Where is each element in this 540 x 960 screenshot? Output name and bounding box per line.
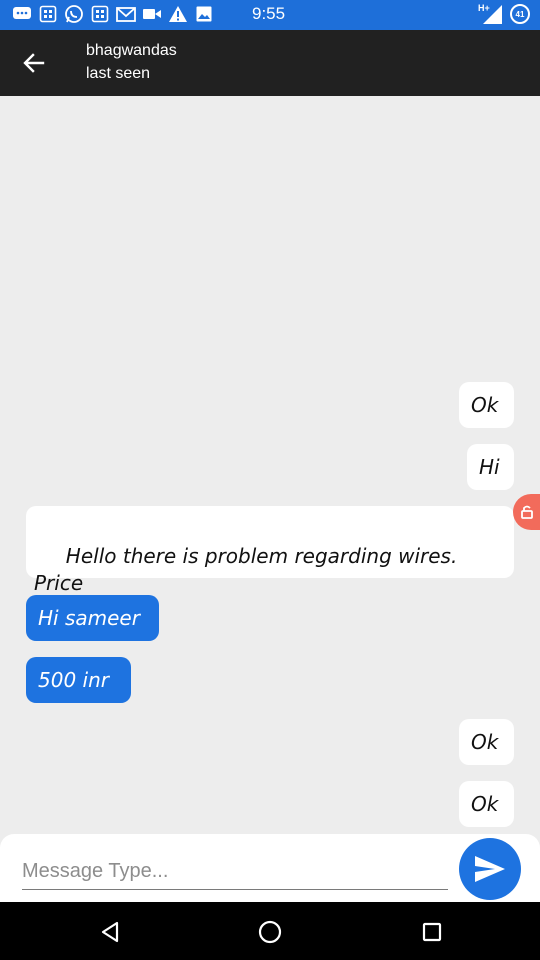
message-text: Ok	[471, 393, 499, 417]
circle-home-icon	[258, 920, 282, 944]
message-text: Ok	[471, 792, 499, 816]
gmail-icon	[116, 4, 136, 24]
back-button[interactable]	[14, 45, 54, 81]
system-icons: H+ 41	[478, 3, 530, 25]
calculator-icon	[38, 4, 58, 24]
square-recents-icon	[422, 922, 442, 942]
whatsapp-icon	[64, 4, 84, 24]
lock-icon	[520, 505, 533, 519]
notification-icons	[12, 4, 214, 24]
message-text: Hi	[479, 455, 500, 479]
message-composer	[0, 834, 540, 902]
triangle-back-icon	[101, 921, 119, 943]
message-bubble-received[interactable]: Hi sameer	[26, 595, 159, 641]
image-icon	[194, 4, 214, 24]
message-bubble-sent[interactable]: Ok	[459, 719, 514, 765]
nav-home-button[interactable]	[254, 916, 286, 948]
network-indicator: H+	[478, 3, 504, 25]
calculator-icon	[90, 4, 110, 24]
message-list[interactable]: Ok Hi Hello there is problem regarding w…	[0, 96, 540, 834]
message-bubble-sent[interactable]: Ok	[459, 382, 514, 428]
message-bubble-received[interactable]: 500 inr	[26, 657, 131, 703]
battery-icon: 41	[510, 4, 530, 24]
send-icon	[475, 856, 505, 882]
message-input[interactable]	[22, 854, 448, 890]
nav-recents-button[interactable]	[416, 916, 448, 948]
sms-icon	[12, 4, 32, 24]
message-text: 500 inr	[38, 668, 109, 692]
message-bubble-sent[interactable]: Ok	[459, 781, 514, 827]
clock: 9:55	[252, 4, 286, 23]
message-text: Ok	[471, 730, 499, 754]
status-bar: 9:55 H+ 41	[0, 0, 540, 30]
video-icon	[142, 4, 162, 24]
system-navigation-bar	[0, 902, 540, 960]
contact-status: last seen	[86, 65, 151, 82]
message-text: Hello there is problem regarding wires. …	[34, 544, 464, 595]
arrow-left-icon	[23, 53, 45, 73]
message-bubble-sent[interactable]: Hi	[467, 444, 514, 490]
nav-back-button[interactable]	[94, 916, 126, 948]
warning-icon	[168, 4, 188, 24]
message-text: Hi sameer	[38, 606, 140, 630]
signal-icon	[483, 5, 502, 24]
message-bubble-sent[interactable]: Hello there is problem regarding wires. …	[26, 506, 514, 595]
contact-name[interactable]: bhagwandas	[86, 42, 177, 60]
battery-level: 41	[515, 9, 525, 19]
chat-header: bhagwandas last seen	[0, 30, 540, 96]
send-button[interactable]	[459, 838, 521, 900]
